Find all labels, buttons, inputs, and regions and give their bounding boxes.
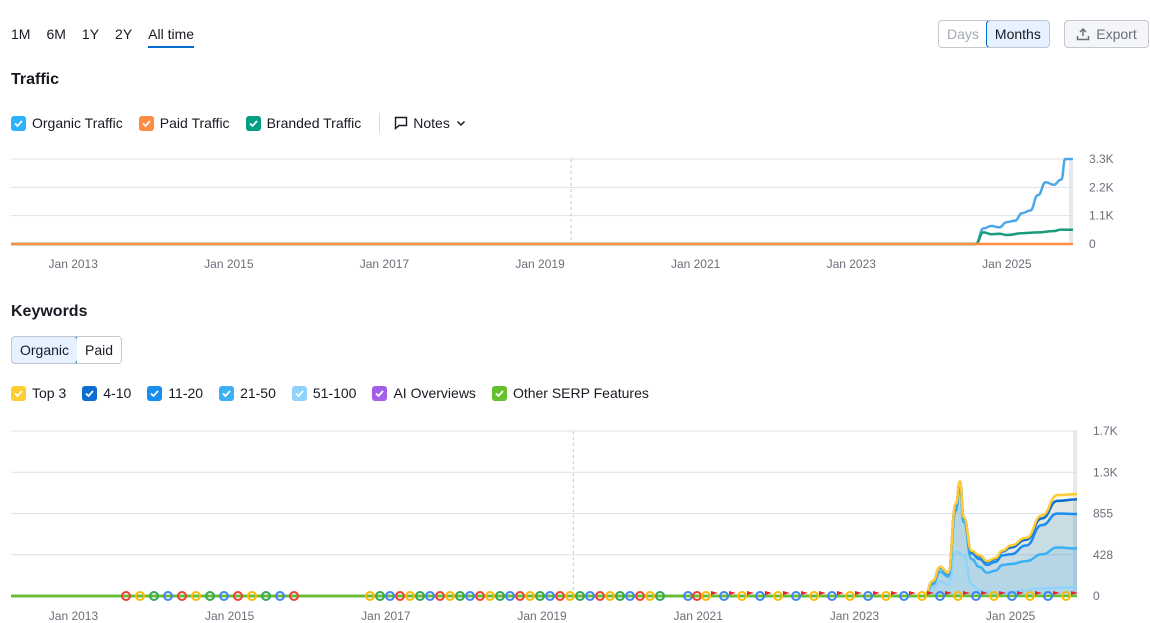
series-line-4-10 (10, 480, 1078, 598)
legend-51-100[interactable]: 51-100 (291, 385, 357, 401)
x-tick-label: Jan 2017 (360, 257, 410, 271)
checkbox-checked-icon (491, 385, 507, 401)
export-button[interactable]: Export (1064, 20, 1149, 48)
series-line-organic-traffic (11, 157, 1073, 246)
x-tick-label: Jan 2025 (986, 609, 1036, 623)
legend-divider (379, 113, 381, 133)
notes-label: Notes (413, 115, 450, 131)
traffic-title: Traffic (11, 71, 60, 88)
notes-dropdown[interactable]: Notes (394, 115, 473, 131)
checkbox-checked-icon (245, 115, 261, 131)
x-tick-label: Jan 2013 (49, 609, 99, 623)
y-tick-label: 855 (1093, 507, 1113, 521)
x-tick-label: Jan 2023 (830, 609, 880, 623)
x-tick-label: Jan 2015 (205, 609, 255, 623)
legend-label: Paid Traffic (159, 115, 230, 131)
legend-ai-overviews[interactable]: AI Overviews (372, 385, 476, 401)
series-line-51-100 (10, 550, 1078, 598)
traffic-chart: 0 1.1K 2.2K 3.3K Jan 2013 Jan 2015 Jan 2017 Jan… (11, 152, 1114, 271)
organic-tab[interactable]: Organic (12, 337, 79, 363)
x-tick-label: Jan 2019 (515, 257, 565, 271)
series-area-top-3 (11, 481, 1077, 596)
export-icon (1077, 27, 1090, 41)
series-line-21-50 (10, 485, 1078, 598)
paid-tab[interactable]: Paid (77, 337, 122, 363)
y-tick-label: 0 (1093, 589, 1100, 603)
legend-branded-traffic[interactable]: Branded Traffic (245, 115, 362, 131)
checkbox-checked-icon (147, 385, 163, 401)
legend-11-20[interactable]: 11-20 (147, 385, 203, 401)
days-button[interactable]: Days (939, 21, 987, 47)
legend-label: 21-50 (240, 385, 276, 401)
series-line-branded-traffic (11, 228, 1074, 246)
series-line-top-3 (10, 480, 1078, 598)
export-label: Export (1096, 26, 1137, 42)
keywords-title: Keywords (11, 303, 88, 320)
y-tick-label: 3.3K (1089, 152, 1114, 166)
checkbox-checked-icon (82, 385, 98, 401)
range-tab-1y[interactable]: 1Y (82, 24, 99, 48)
x-tick-label: Jan 2013 (49, 257, 99, 271)
granularity-toggle: Days Months (938, 20, 1050, 48)
legend-4-10[interactable]: 4-10 (82, 385, 131, 401)
legend-label: 4-10 (103, 385, 132, 401)
date-range-tabs: 1M 6M 1Y 2Y All time (11, 24, 210, 50)
range-tab-2y[interactable]: 2Y (115, 24, 132, 48)
range-tab-6m[interactable]: 6M (46, 24, 65, 48)
keywords-chart: 0 428 855 1.3K 1.7K Jan 2013 Jan 2015 Jan 2017 J… (10, 424, 1118, 623)
series-area-21-50 (11, 486, 1077, 596)
checkbox-checked-icon (291, 385, 307, 401)
legend-label: 51-100 (312, 385, 357, 401)
range-tab-1m[interactable]: 1M (11, 24, 30, 48)
legend-top-3[interactable]: Top 3 (11, 385, 66, 401)
legend-label: Branded Traffic (266, 115, 362, 131)
checkbox-checked-icon (372, 385, 388, 401)
series-area-51-100 (11, 551, 1077, 596)
y-tick-label: 1.3K (1093, 465, 1118, 479)
x-tick-label: Jan 2023 (827, 257, 877, 271)
checkbox-checked-icon (138, 115, 154, 131)
x-tick-label: Jan 2025 (982, 257, 1032, 271)
chart-edge-band (1069, 159, 1073, 244)
keywords-type-toggle: Organic Paid (11, 336, 123, 364)
x-tick-label: Jan 2015 (204, 257, 254, 271)
checkbox-checked-icon (219, 385, 235, 401)
y-tick-label: 1.1K (1089, 209, 1114, 223)
x-tick-label: Jan 2017 (361, 609, 411, 623)
series-line-11-20 (10, 481, 1078, 598)
legend-label: AI Overviews (393, 385, 476, 401)
y-tick-label: 0 (1089, 237, 1096, 251)
series-area-4-10 (11, 481, 1077, 596)
legend-label: Other SERP Features (512, 385, 649, 401)
legend-label: Organic Traffic (32, 115, 123, 131)
legend-label: 11-20 (168, 385, 204, 401)
legend-label: Top 3 (32, 385, 67, 401)
legend-other-serp-features[interactable]: Other SERP Features (491, 385, 649, 401)
series-area-11-20 (11, 482, 1077, 596)
checkbox-checked-icon (11, 115, 26, 131)
keywords-legend: Top 3 4-10 11-20 21-50 51-100 AI Overvie… (11, 385, 665, 401)
traffic-legend: Organic Traffic Paid Traffic Branded Tra… (11, 113, 473, 133)
note-icon (395, 116, 408, 130)
legend-organic-traffic[interactable]: Organic Traffic (11, 115, 123, 131)
months-button[interactable]: Months (985, 21, 1049, 47)
y-tick-label: 428 (1093, 548, 1113, 562)
x-tick-label: Jan 2021 (671, 257, 721, 271)
x-tick-label: Jan 2021 (674, 609, 724, 623)
range-tab-all-time[interactable]: All time (148, 24, 195, 48)
y-tick-label: 2.2K (1089, 180, 1114, 194)
legend-paid-traffic[interactable]: Paid Traffic (138, 115, 230, 131)
legend-21-50[interactable]: 21-50 (219, 385, 276, 401)
checkbox-checked-icon (11, 385, 26, 401)
y-tick-label: 1.7K (1093, 424, 1118, 438)
chevron-down-icon (456, 120, 465, 127)
x-tick-label: Jan 2019 (517, 609, 567, 623)
